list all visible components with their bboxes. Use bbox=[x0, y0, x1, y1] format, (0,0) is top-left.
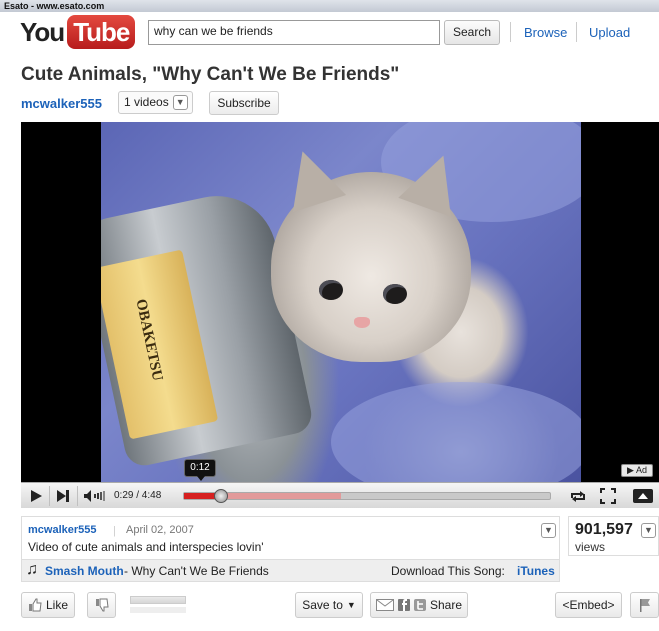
play-button[interactable] bbox=[25, 485, 47, 507]
youtube-logo[interactable]: You Tube bbox=[20, 14, 136, 50]
nav-divider bbox=[510, 22, 511, 42]
rating-bar-shadow bbox=[130, 607, 186, 613]
loop-button[interactable] bbox=[567, 485, 589, 507]
logo-tube-text: Tube bbox=[67, 15, 136, 49]
upload-date: April 02, 2007 bbox=[126, 524, 194, 536]
views-label: views bbox=[575, 540, 606, 554]
controls-divider bbox=[77, 486, 78, 506]
controls-divider bbox=[49, 486, 50, 506]
kitten-face bbox=[271, 142, 471, 362]
flag-icon bbox=[639, 599, 650, 612]
share-button[interactable]: Share bbox=[370, 592, 468, 618]
next-icon bbox=[57, 490, 69, 502]
kitten-eye bbox=[383, 284, 407, 304]
player-size-icon bbox=[633, 489, 653, 503]
twitter-icon bbox=[413, 599, 426, 611]
chevron-down-icon: ▼ bbox=[172, 95, 188, 110]
volume-button[interactable] bbox=[81, 485, 109, 507]
rating-bar bbox=[130, 596, 186, 604]
embed-button[interactable]: <Embed> bbox=[555, 592, 622, 618]
kitten-eye bbox=[319, 280, 343, 300]
yarn-texture bbox=[331, 382, 581, 482]
song-title: - Why Can't We Be Friends bbox=[124, 564, 269, 578]
video-player[interactable]: OBAKETSU ▶ Ad 0:12 0:29 / 4:48 bbox=[21, 122, 659, 508]
video-description: Video of cute animals and interspecies l… bbox=[28, 540, 264, 554]
share-label: Share bbox=[429, 598, 463, 612]
download-song-label: Download This Song: bbox=[391, 564, 505, 578]
save-to-label: Save to bbox=[302, 598, 343, 612]
kitten-nose bbox=[354, 317, 370, 328]
nav-divider bbox=[576, 22, 577, 42]
song-row: ♫ Smash Mouth - Why Can't We Be Friends … bbox=[22, 559, 559, 581]
thumbs-down-icon bbox=[95, 598, 109, 612]
view-count: 901,597 bbox=[575, 521, 633, 538]
ad-badge[interactable]: ▶ Ad bbox=[621, 464, 653, 477]
volume-icon bbox=[84, 490, 105, 502]
subscribe-button[interactable]: Subscribe bbox=[209, 91, 279, 115]
video-info-panel: mcwalker555 | April 02, 2007 Video of cu… bbox=[21, 516, 560, 582]
views-panel: 901,597 views ▼ bbox=[568, 516, 659, 556]
music-note-icon: ♫ bbox=[26, 561, 38, 578]
email-icon bbox=[375, 599, 394, 611]
video-title: Cute Animals, "Why Can't We Be Friends" bbox=[21, 64, 400, 85]
progress-bar[interactable] bbox=[183, 489, 551, 503]
thumbs-up-icon bbox=[28, 598, 42, 612]
like-label: Like bbox=[45, 598, 68, 612]
channel-link[interactable]: mcwalker555 bbox=[21, 96, 102, 111]
expand-stats-button[interactable]: ▼ bbox=[641, 523, 656, 538]
uploader-link[interactable]: mcwalker555 bbox=[28, 524, 97, 536]
play-icon bbox=[31, 490, 42, 502]
nav-upload-link[interactable]: Upload bbox=[589, 25, 630, 40]
videos-count-dropdown[interactable]: 1 videos ▼ bbox=[118, 91, 193, 114]
loop-icon bbox=[571, 491, 585, 502]
player-controls: 0:29 / 4:48 bbox=[21, 482, 659, 508]
videos-count-label: 1 videos bbox=[124, 95, 169, 109]
info-separator: | bbox=[113, 525, 116, 537]
dropdown-arrow-icon: ▼ bbox=[346, 600, 356, 610]
dislike-button[interactable] bbox=[87, 592, 116, 618]
progress-scrubber[interactable] bbox=[213, 489, 228, 503]
facebook-icon bbox=[397, 599, 410, 611]
window-title: Esato - www.esato.com bbox=[0, 0, 659, 12]
time-tooltip: 0:12 bbox=[184, 459, 216, 481]
like-button[interactable]: Like bbox=[21, 592, 75, 618]
video-frame[interactable]: OBAKETSU bbox=[101, 122, 581, 482]
nav-browse-link[interactable]: Browse bbox=[524, 25, 567, 40]
search-input[interactable]: why can we be friends bbox=[148, 20, 440, 45]
flag-button[interactable] bbox=[630, 592, 659, 618]
logo-you-text: You bbox=[20, 16, 65, 47]
player-size-button[interactable] bbox=[630, 485, 656, 507]
time-display: 0:29 / 4:48 bbox=[114, 490, 162, 501]
song-artist-link[interactable]: Smash Mouth bbox=[45, 564, 124, 578]
fullscreen-icon bbox=[600, 488, 616, 504]
search-button[interactable]: Search bbox=[444, 20, 500, 45]
kitten-ear bbox=[275, 142, 347, 213]
itunes-link[interactable]: iTunes bbox=[517, 564, 555, 578]
can-label-text: OBAKETSU bbox=[132, 297, 166, 383]
expand-info-button[interactable]: ▼ bbox=[541, 523, 556, 538]
fullscreen-button[interactable] bbox=[597, 485, 619, 507]
save-to-button[interactable]: Save to ▼ bbox=[295, 592, 363, 618]
next-button[interactable] bbox=[52, 485, 74, 507]
